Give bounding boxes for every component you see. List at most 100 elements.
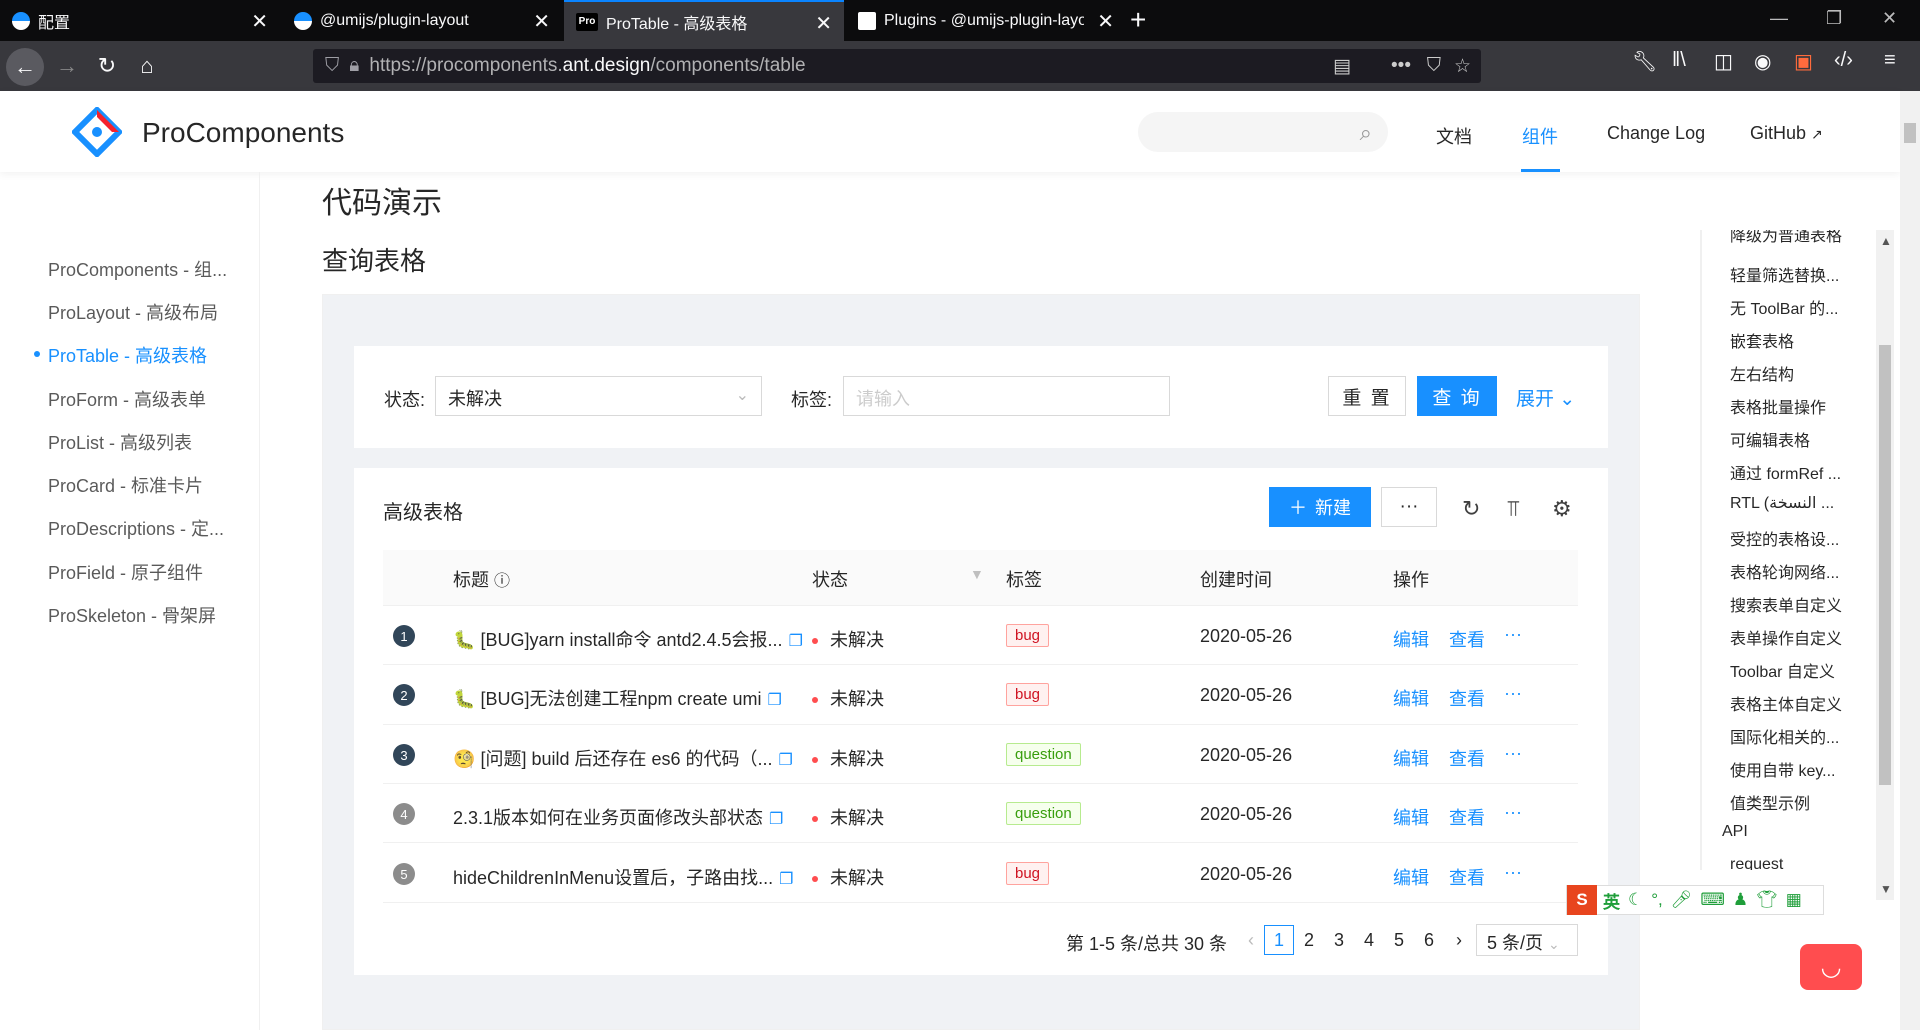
edit-link[interactable]: 编辑: [1393, 864, 1429, 890]
sidebar-item-proskeleton[interactable]: ProSkeleton - 骨架屏: [48, 602, 216, 628]
ime-toolbar[interactable]: S 英 ☾ °, 🎤︎ ⌨ ♟ 👕︎ ▦: [1566, 885, 1824, 915]
anchor-item[interactable]: 使用自带 key...: [1730, 757, 1836, 781]
scroll-up-icon[interactable]: ▲: [1880, 234, 1892, 248]
row-more-icon[interactable]: ···: [1504, 862, 1522, 883]
menu-item-github[interactable]: GitHub ↗: [1750, 123, 1823, 144]
browser-tab[interactable]: Plugins - @umijs-plugin-layout ✕: [846, 0, 1126, 41]
edit-link[interactable]: 编辑: [1393, 685, 1429, 711]
anchor-scrollbar[interactable]: ▲ ▼: [1876, 230, 1894, 900]
copy-icon[interactable]: ❐: [779, 752, 793, 769]
browser-tab[interactable]: @umijs/plugin-layout ✕: [282, 0, 562, 41]
extension-icon[interactable]: ▣: [1794, 49, 1813, 74]
sidebar-item-proform[interactable]: ProForm - 高级表单: [48, 386, 206, 412]
anchor-item[interactable]: 左右结构: [1730, 361, 1794, 385]
page-1[interactable]: 1: [1264, 925, 1294, 955]
reload-icon[interactable]: ↻: [90, 49, 124, 83]
copy-icon[interactable]: ❐: [768, 692, 782, 709]
expand-link[interactable]: 展开 ⌄: [1516, 384, 1575, 411]
page-4[interactable]: 4: [1354, 925, 1384, 955]
sidebar-item-profield[interactable]: ProField - 原子组件: [48, 559, 203, 585]
hamburger-menu-icon[interactable]: ≡: [1884, 49, 1896, 72]
pocket-icon[interactable]: ⛉: [1427, 55, 1441, 77]
page-3[interactable]: 3: [1324, 925, 1354, 955]
anchor-item[interactable]: 国际化相关的...: [1730, 724, 1839, 748]
menu-item-docs[interactable]: 文档: [1436, 123, 1472, 149]
moon-icon[interactable]: ☾: [1628, 890, 1643, 910]
account-icon[interactable]: ◉: [1754, 49, 1771, 74]
row-more-icon[interactable]: ···: [1504, 802, 1522, 823]
tag-input[interactable]: 请输入: [843, 376, 1170, 416]
home-icon[interactable]: ⌂: [130, 49, 164, 83]
info-circle-icon[interactable]: ⓘ: [494, 573, 510, 590]
more-actions-icon[interactable]: •••: [1391, 55, 1411, 77]
sidebar-item-prolayout[interactable]: ProLayout - 高级布局: [48, 299, 218, 325]
sidebar-item-prodescriptions[interactable]: ProDescriptions - 定...: [48, 515, 224, 541]
maximize-icon[interactable]: ❐: [1826, 8, 1842, 29]
anchor-item[interactable]: 轻量筛选替换...: [1730, 262, 1839, 286]
anchor-item[interactable]: 表格批量操作: [1730, 394, 1826, 418]
anchor-item[interactable]: 表格轮询网络...: [1730, 559, 1839, 583]
view-link[interactable]: 查看: [1449, 626, 1485, 652]
anchor-item[interactable]: 通过 formRef ...: [1730, 460, 1841, 484]
copy-icon[interactable]: ❐: [779, 871, 793, 888]
settings-gear-icon[interactable]: ⚙: [1552, 496, 1572, 522]
reload-icon[interactable]: ↻: [1462, 496, 1480, 522]
sidebar-item-procomponents[interactable]: ProComponents - 组...: [48, 256, 227, 282]
page-scrollbar[interactable]: [1900, 91, 1920, 1030]
bookmark-star-icon[interactable]: ☆: [1454, 55, 1471, 78]
edit-link[interactable]: 编辑: [1393, 626, 1429, 652]
close-icon[interactable]: ✕: [1097, 9, 1114, 34]
keyboard-icon[interactable]: ⌨: [1700, 890, 1725, 910]
row-more-icon[interactable]: ···: [1504, 624, 1522, 645]
punctuation-icon[interactable]: °,: [1651, 890, 1663, 910]
row-more-icon[interactable]: ···: [1504, 683, 1522, 704]
anchor-item[interactable]: 可编辑表格: [1730, 427, 1810, 451]
anchor-item[interactable]: 表单操作自定义: [1730, 625, 1842, 649]
next-page-icon[interactable]: ›: [1444, 925, 1474, 955]
window-close-icon[interactable]: ✕: [1882, 8, 1897, 29]
wrench-icon[interactable]: 🔧︎: [1632, 49, 1657, 74]
browser-tab-active[interactable]: Pro ProTable - 高级表格 ✕: [564, 0, 844, 41]
anchor-item[interactable]: 搜索表单自定义: [1730, 592, 1842, 616]
page-5[interactable]: 5: [1384, 925, 1414, 955]
grid-icon[interactable]: ▦: [1786, 890, 1802, 910]
anchor-item-api[interactable]: API: [1722, 823, 1748, 841]
anchor-item[interactable]: 值类型示例: [1730, 790, 1810, 814]
ime-lang[interactable]: 英: [1603, 888, 1620, 913]
row-more-icon[interactable]: ···: [1504, 743, 1522, 764]
browser-tab[interactable]: 配置 ✕: [0, 0, 280, 41]
sidebar-item-prolist[interactable]: ProList - 高级列表: [48, 429, 192, 455]
scrollbar-thumb[interactable]: [1879, 345, 1891, 785]
sidebar-icon[interactable]: ◫: [1714, 49, 1733, 74]
copy-icon[interactable]: ❐: [769, 811, 783, 828]
edit-link[interactable]: 编辑: [1393, 745, 1429, 771]
edit-link[interactable]: 编辑: [1393, 804, 1429, 830]
shirt-icon[interactable]: 👕︎: [1756, 890, 1778, 910]
prev-page-icon[interactable]: ‹: [1236, 925, 1266, 955]
back-arrow-icon[interactable]: ←: [6, 48, 44, 86]
brand-title[interactable]: ProComponents: [142, 117, 344, 149]
minimize-icon[interactable]: —: [1770, 8, 1788, 29]
more-button[interactable]: ···: [1381, 487, 1437, 527]
chat-bot-icon[interactable]: ◡: [1800, 944, 1862, 990]
anchor-item[interactable]: request: [1730, 856, 1783, 870]
anchor-item[interactable]: 嵌套表格: [1730, 328, 1794, 352]
anchor-item[interactable]: 受控的表格设...: [1730, 526, 1839, 550]
anchor-item[interactable]: 无 ToolBar 的...: [1730, 295, 1838, 319]
microphone-icon[interactable]: 🎤︎: [1671, 890, 1693, 910]
density-icon[interactable]: ⫪: [1507, 496, 1519, 522]
reset-button[interactable]: 重 置: [1328, 376, 1406, 416]
view-link[interactable]: 查看: [1449, 864, 1485, 890]
scrollbar-thumb[interactable]: [1904, 123, 1916, 143]
url-bar[interactable]: ⛉ 🔒︎ https://procomponents. ant.design/co…: [313, 49, 1481, 83]
close-icon[interactable]: ✕: [533, 9, 550, 34]
menu-item-changelog[interactable]: Change Log: [1607, 123, 1705, 144]
library-icon[interactable]: ‖\: [1672, 49, 1686, 72]
filter-icon[interactable]: ▼: [970, 566, 984, 582]
anchor-item[interactable]: 降级为普通表格: [1730, 230, 1842, 246]
sidebar-item-procard[interactable]: ProCard - 标准卡片: [48, 472, 203, 498]
status-select[interactable]: 未解决 ⌄: [435, 376, 762, 416]
new-tab-icon[interactable]: +: [1130, 4, 1146, 36]
close-icon[interactable]: ✕: [251, 9, 268, 34]
query-button[interactable]: 查 询: [1417, 376, 1497, 416]
